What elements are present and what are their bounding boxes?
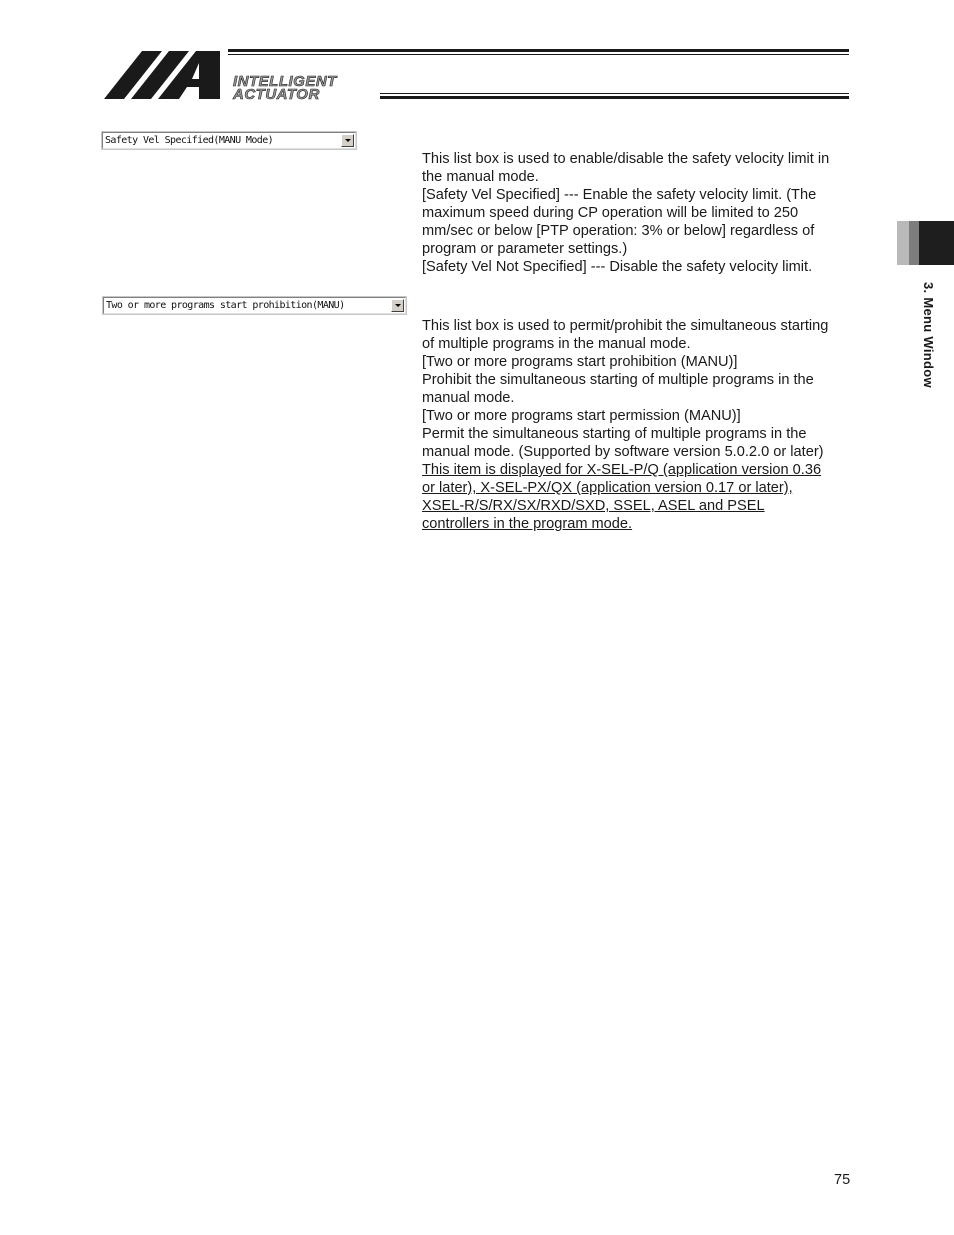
- multi-program-start-dropdown-button[interactable]: [391, 299, 404, 312]
- description-line: mm/sec or below [PTP operation: 3% or be…: [422, 223, 815, 239]
- brand-text-actuator: ACTUATOR: [233, 86, 320, 103]
- description-line: program or parameter settings.): [422, 241, 628, 257]
- description-line: Permit the simultaneous starting of mult…: [422, 426, 807, 442]
- description-line: [Safety Vel Specified] --- Enable the sa…: [422, 187, 817, 203]
- safety-velocity-dropdown-button[interactable]: [341, 134, 354, 147]
- description-line: maximum speed during CP operation will b…: [422, 205, 799, 221]
- description-line: [Two or more programs start prohibition …: [422, 354, 738, 370]
- multi-program-start-select-value: Two or more programs start prohibition(M…: [106, 300, 345, 311]
- dropdown-arrow-icon: [345, 139, 351, 142]
- description-line: of multiple programs in the manual mode.: [422, 336, 691, 352]
- underlined-note-line: controllers in the program mode.: [422, 516, 633, 532]
- header-rule-top: [228, 49, 849, 52]
- header-rule-bottom: [380, 96, 849, 99]
- description-line: [Two or more programs start permission (…: [422, 408, 741, 424]
- description-line: This list box is used to permit/prohibit…: [422, 318, 829, 334]
- safety-velocity-description: This list box is used to enable/disable …: [422, 150, 862, 276]
- safety-velocity-select[interactable]: Safety Vel Specified(MANU Mode): [101, 131, 357, 150]
- description-line: the manual mode.: [422, 169, 539, 185]
- chapter-label: 3. Menu Window: [921, 282, 936, 388]
- chapter-tab-dark: [919, 221, 954, 265]
- chapter-tab-mid: [909, 221, 919, 265]
- description-line: This list box is used to enable/disable …: [422, 151, 830, 167]
- description-line: Prohibit the simultaneous starting of mu…: [422, 372, 814, 388]
- underlined-note-line: This item is displayed for X-SEL-P/Q (ap…: [422, 462, 822, 478]
- description-line: manual mode.: [422, 390, 515, 406]
- description-line: [Safety Vel Not Specified] --- Disable t…: [422, 259, 813, 275]
- multi-program-start-select[interactable]: Two or more programs start prohibition(M…: [102, 296, 407, 315]
- description-line: manual mode. (Supported by software vers…: [422, 444, 824, 460]
- page-number: 75: [834, 1172, 851, 1188]
- safety-velocity-select-value: Safety Vel Specified(MANU Mode): [105, 135, 274, 146]
- underlined-note-line: or later), X-SEL-PX/QX (application vers…: [422, 480, 793, 496]
- header-rule-bottom-thin: [380, 93, 849, 94]
- multi-program-start-description: This list box is used to permit/prohibit…: [422, 317, 862, 533]
- header-rule-top-thin: [228, 54, 849, 55]
- dropdown-arrow-icon: [395, 304, 401, 307]
- chapter-tab-light: [897, 221, 909, 265]
- underlined-note-line: XSEL-R/S/RX/SX/RXD/SXD, SSEL, ASEL and P…: [422, 498, 765, 514]
